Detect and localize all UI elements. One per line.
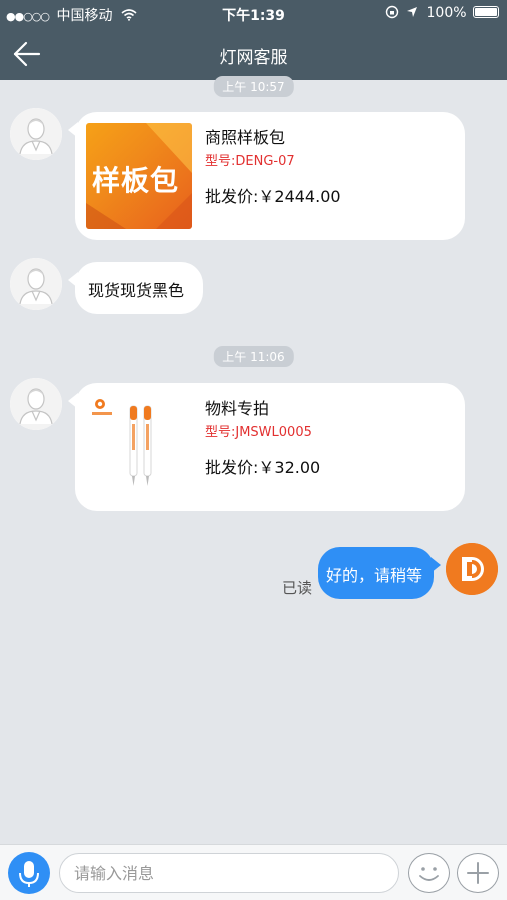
product-model: 型号:JMSWL0005 (205, 425, 312, 440)
product-price: 批发价:￥32.00 (205, 458, 321, 477)
product-card-message[interactable]: 物料专拍 型号:JMSWL0005 批发价:￥32.00 (68, 383, 465, 511)
product-info: 物料专拍 型号:JMSWL0005 批发价:￥32.00 (205, 395, 320, 478)
read-status: 已读 (282, 579, 313, 597)
timestamp-badge: 上午 10:57 (213, 76, 294, 97)
person-avatar-icon (10, 108, 62, 160)
smiley-icon (419, 867, 439, 881)
battery-percent: 100% (426, 5, 467, 21)
text-message[interactable]: 现货现货黑色 (68, 262, 203, 314)
plus-icon (467, 862, 489, 884)
brand-logo-icon (446, 543, 498, 595)
rotation-lock-icon (385, 5, 398, 19)
timestamp-badge: 上午 11:06 (213, 346, 294, 367)
product-thumbnail-text: 样板包 (92, 164, 180, 197)
agent-avatar[interactable] (10, 378, 62, 430)
product-thumbnail[interactable] (86, 394, 192, 500)
product-price: 批发价:￥2444.00 (205, 187, 341, 206)
battery-icon (473, 6, 499, 18)
page-title: 灯网客服 (219, 48, 288, 68)
agent-avatar[interactable] (10, 258, 62, 310)
emoji-button[interactable] (408, 853, 450, 893)
nav-bar: 灯网客服 (0, 28, 507, 80)
message-text: 好的，请稍等 (326, 566, 423, 585)
product-thumbnail[interactable]: 样板包 (86, 123, 192, 229)
person-avatar-icon (10, 378, 62, 430)
product-name: 物料专拍 (205, 399, 270, 418)
message-input[interactable] (59, 853, 399, 893)
pens-thumbnail-icon (92, 399, 152, 486)
microphone-icon (19, 861, 39, 887)
status-bar: ●●○○○ 中国移动 下午1:39 100% (0, 0, 507, 28)
user-avatar[interactable] (446, 543, 498, 595)
message-text: 现货现货黑色 (88, 281, 185, 300)
person-avatar-icon (10, 258, 62, 310)
status-right: 100% (385, 5, 499, 21)
product-card-message[interactable]: 样板包 商照样板包 型号:DENG-07 批发价:￥2444.00 (68, 112, 465, 240)
product-model: 型号:DENG-07 (205, 154, 295, 169)
location-icon (407, 7, 418, 17)
agent-avatar[interactable] (10, 108, 62, 160)
more-button[interactable] (457, 853, 499, 893)
voice-button[interactable] (8, 852, 50, 894)
product-name: 商照样板包 (205, 128, 286, 147)
input-bar (0, 844, 507, 900)
sent-message[interactable]: 好的，请稍等 (318, 547, 441, 599)
product-info: 商照样板包 型号:DENG-07 批发价:￥2444.00 (205, 124, 341, 207)
